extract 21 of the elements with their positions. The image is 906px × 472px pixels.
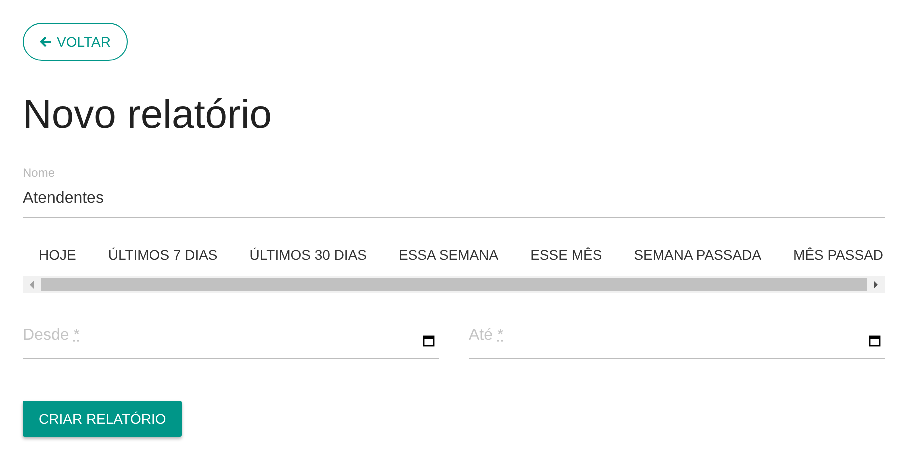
field-label: Até * <box>469 326 504 344</box>
name-field[interactable]: Nome Atendentes <box>23 166 885 218</box>
page-title: Novo relatório <box>23 92 274 139</box>
calendar-icon[interactable] <box>423 334 435 346</box>
period-tab[interactable]: ÚLTIMOS 7 DIAS <box>92 234 234 276</box>
field-label: Nome <box>23 166 56 180</box>
back-button[interactable]: VOLTAR <box>23 23 128 61</box>
scrollbar-thumb[interactable] <box>41 278 867 291</box>
period-tab[interactable]: ESSA SEMANA <box>383 234 515 276</box>
period-tab[interactable]: ESSE MÊS <box>514 234 618 276</box>
arrow-left-icon <box>40 36 52 48</box>
field-value: Atendentes <box>23 189 105 209</box>
calendar-icon[interactable] <box>869 334 881 346</box>
period-tab[interactable]: HOJE <box>23 234 92 276</box>
create-report-button[interactable]: CRIAR RELATÓRIO <box>23 401 182 437</box>
scroll-right-icon[interactable] <box>873 280 879 288</box>
field-label: Desde * <box>23 326 80 344</box>
period-tab[interactable]: SEMANA PASSADA <box>618 234 778 276</box>
period-tab[interactable]: MÊS PASSAD <box>778 234 885 276</box>
horizontal-scrollbar[interactable] <box>23 276 885 293</box>
period-tab[interactable]: ÚLTIMOS 30 DIAS <box>234 234 383 276</box>
